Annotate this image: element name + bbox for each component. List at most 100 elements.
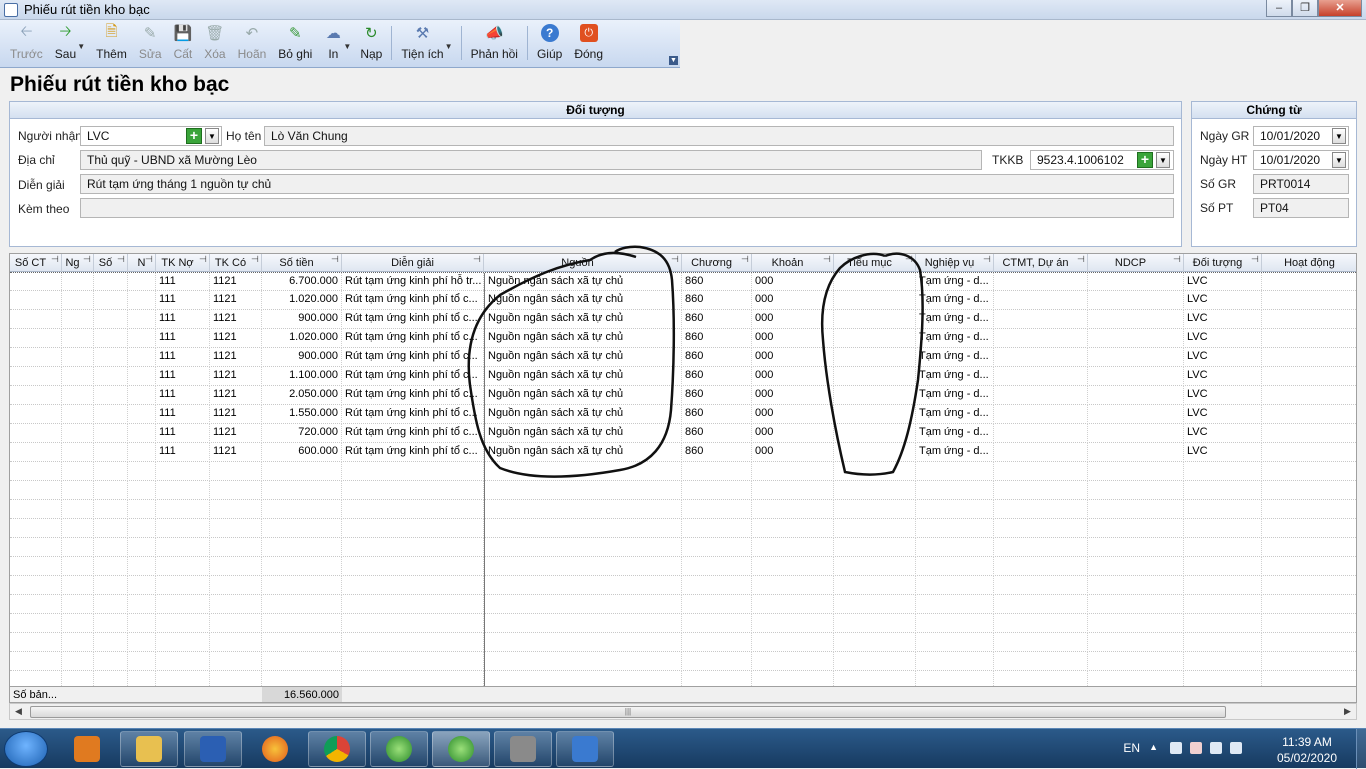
horizontal-scrollbar[interactable]: ◀ ||| ▶ — [9, 703, 1357, 720]
table-cell[interactable] — [1088, 538, 1184, 557]
table-cell[interactable]: LVC — [1184, 386, 1262, 405]
table-cell[interactable] — [1262, 614, 1356, 633]
table-cell[interactable] — [752, 538, 834, 557]
table-cell[interactable]: LVC — [1184, 348, 1262, 367]
table-cell[interactable] — [916, 557, 994, 576]
table-cell[interactable] — [10, 538, 62, 557]
table-cell[interactable] — [752, 614, 834, 633]
table-cell[interactable] — [834, 652, 916, 671]
table-cell[interactable] — [994, 424, 1088, 443]
table-row[interactable]: 111 1121 1.020.000 Rút tạm ứng kinh phí tổ … — [10, 291, 1356, 310]
table-cell[interactable] — [342, 538, 484, 557]
table-cell[interactable] — [994, 273, 1088, 292]
taskbar-app-explorer[interactable] — [120, 731, 178, 767]
table-cell[interactable] — [994, 329, 1088, 348]
clock[interactable]: 11:39 AM 05/02/2020 — [1272, 734, 1342, 766]
table-cell[interactable]: 860 — [682, 348, 752, 367]
language-indicator[interactable]: EN — [1123, 741, 1140, 755]
table-cell[interactable] — [128, 329, 156, 348]
table-cell[interactable] — [994, 348, 1088, 367]
table-cell[interactable] — [994, 652, 1088, 671]
table-cell[interactable] — [994, 291, 1088, 310]
table-cell[interactable] — [916, 500, 994, 519]
table-cell[interactable]: 111 — [156, 405, 210, 424]
table-row[interactable] — [10, 500, 1356, 519]
table-cell[interactable] — [62, 519, 94, 538]
table-cell[interactable]: 000 — [752, 348, 834, 367]
pin-icon[interactable]: ⊣ — [117, 254, 125, 265]
table-cell[interactable]: 000 — [752, 310, 834, 329]
table-cell[interactable] — [484, 538, 682, 557]
show-desktop-button[interactable] — [1356, 729, 1366, 769]
table-cell[interactable]: LVC — [1184, 443, 1262, 462]
grid-column-header[interactable]: NDCP — [1088, 254, 1184, 272]
table-cell[interactable]: Rút tạm ứng kinh phí tổ c... — [342, 424, 484, 443]
detail-grid[interactable]: Số CT ⊣ Ng ⊣ Số ⊣ N ⊣ TK Nợ ⊣ TK Có ⊣ Số tiền ⊣ Diễn g… — [9, 253, 1357, 703]
table-cell[interactable]: Tạm ứng - d... — [916, 348, 994, 367]
table-cell[interactable] — [1088, 386, 1184, 405]
so-gr-field[interactable]: PRT0014 — [1253, 174, 1349, 194]
signal-icon[interactable] — [1230, 742, 1242, 754]
maximize-button[interactable]: ❐ — [1292, 0, 1318, 17]
pin-icon[interactable]: ⊣ — [1173, 254, 1181, 265]
table-cell[interactable] — [834, 519, 916, 538]
table-cell[interactable] — [342, 614, 484, 633]
table-cell[interactable]: 000 — [752, 386, 834, 405]
table-cell[interactable] — [484, 481, 682, 500]
table-row[interactable] — [10, 481, 1356, 500]
table-cell[interactable] — [262, 462, 342, 481]
table-cell[interactable] — [916, 576, 994, 595]
table-cell[interactable] — [484, 500, 682, 519]
minimize-button[interactable]: – — [1266, 0, 1292, 17]
table-cell[interactable] — [1184, 633, 1262, 652]
table-cell[interactable]: Tạm ứng - d... — [916, 273, 994, 292]
table-cell[interactable]: 1121 — [210, 443, 262, 462]
delete-button[interactable]: 🗑 Xóa — [198, 20, 231, 66]
table-cell[interactable] — [752, 557, 834, 576]
table-row[interactable] — [10, 462, 1356, 481]
table-cell[interactable]: 1121 — [210, 367, 262, 386]
so-pt-field[interactable]: PT04 — [1253, 198, 1349, 218]
table-cell[interactable] — [1262, 443, 1356, 462]
table-cell[interactable] — [128, 633, 156, 652]
table-cell[interactable] — [10, 348, 62, 367]
pin-icon[interactable]: ⊣ — [51, 254, 59, 265]
table-cell[interactable] — [752, 576, 834, 595]
table-cell[interactable] — [62, 652, 94, 671]
table-cell[interactable] — [752, 652, 834, 671]
table-cell[interactable]: 111 — [156, 273, 210, 292]
table-cell[interactable] — [834, 614, 916, 633]
table-cell[interactable] — [752, 519, 834, 538]
table-cell[interactable] — [94, 405, 128, 424]
table-cell[interactable] — [682, 500, 752, 519]
table-cell[interactable] — [1088, 595, 1184, 614]
table-cell[interactable] — [994, 576, 1088, 595]
table-cell[interactable] — [62, 576, 94, 595]
table-cell[interactable] — [10, 481, 62, 500]
pin-icon[interactable]: ⊣ — [251, 254, 259, 265]
table-cell[interactable] — [10, 576, 62, 595]
grid-column-header[interactable]: Diễn giải — [342, 254, 484, 272]
table-cell[interactable] — [94, 519, 128, 538]
table-cell[interactable] — [916, 633, 994, 652]
chevron-down-icon[interactable]: ▼ — [343, 42, 351, 51]
table-cell[interactable] — [834, 310, 916, 329]
table-cell[interactable] — [62, 614, 94, 633]
table-row[interactable]: 111 1121 900.000 Rút tạm ứng kinh phí tổ c.… — [10, 348, 1356, 367]
table-cell[interactable]: Rút tạm ứng kinh phí tổ c... — [342, 310, 484, 329]
table-row[interactable]: 111 1121 900.000 Rút tạm ứng kinh phí tổ c.… — [10, 310, 1356, 329]
table-cell[interactable]: 1.100.000 — [262, 367, 342, 386]
table-cell[interactable] — [10, 273, 62, 292]
table-cell[interactable]: Nguồn ngân sách xã tự chủ — [484, 329, 682, 348]
table-cell[interactable]: Rút tạm ứng kinh phí tổ c... — [342, 367, 484, 386]
table-cell[interactable] — [916, 652, 994, 671]
chevron-down-icon[interactable]: ▼ — [445, 42, 453, 51]
dia-chi-field[interactable]: Thủ quỹ - UBND xã Mường Lèo — [80, 150, 982, 170]
table-cell[interactable]: 1121 — [210, 273, 262, 292]
table-cell[interactable] — [1262, 405, 1356, 424]
table-cell[interactable] — [128, 367, 156, 386]
table-cell[interactable] — [94, 462, 128, 481]
grid-column-header[interactable]: CTMT, Dự án — [994, 254, 1088, 272]
table-cell[interactable] — [10, 424, 62, 443]
table-cell[interactable]: 111 — [156, 443, 210, 462]
